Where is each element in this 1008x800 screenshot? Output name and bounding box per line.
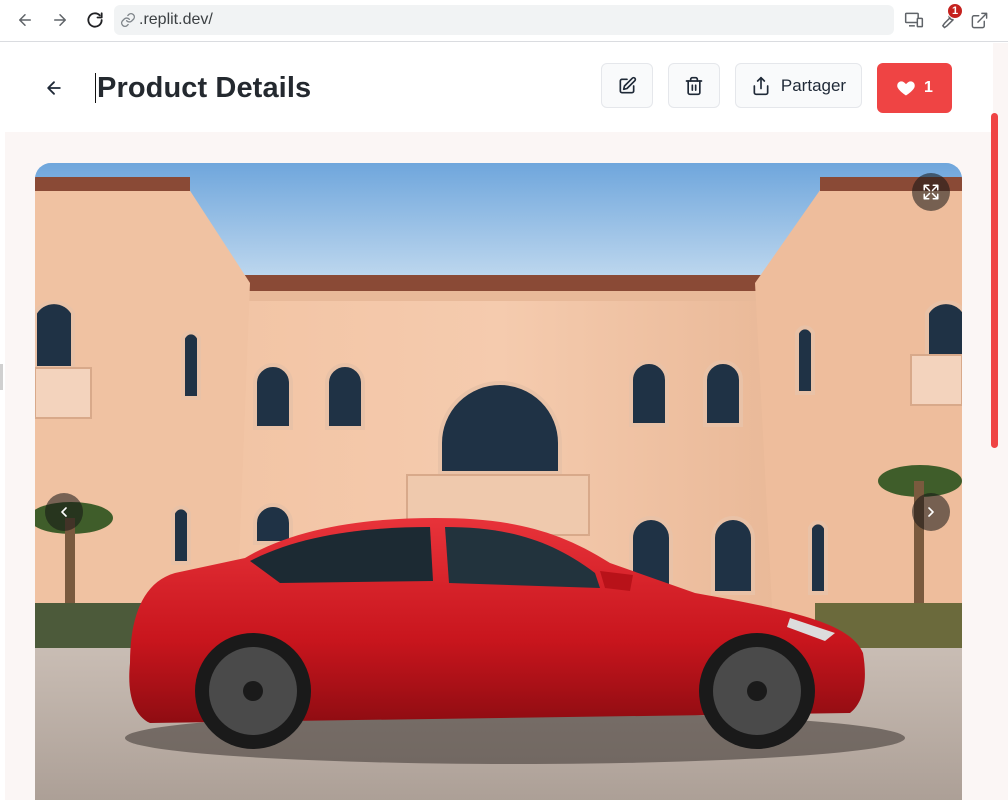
product-image-gallery <box>35 163 962 800</box>
browser-back-button[interactable] <box>11 6 39 34</box>
app-page: Product Details Partager 1 <box>5 43 1008 800</box>
address-bar[interactable]: .replit.dev/ <box>114 5 894 35</box>
reload-icon <box>87 12 103 28</box>
link-icon <box>120 12 136 28</box>
edit-button[interactable] <box>601 63 653 108</box>
arrow-left-icon <box>47 81 61 95</box>
browser-forward-button[interactable] <box>46 6 74 34</box>
share-icon <box>753 76 769 95</box>
previous-image-button[interactable] <box>45 493 83 531</box>
edit-icon <box>619 76 637 93</box>
page-header: Product Details Partager 1 <box>5 43 993 132</box>
chevron-right-icon <box>928 507 934 517</box>
open-in-new-tab-button[interactable] <box>965 6 993 34</box>
fullscreen-button[interactable] <box>912 173 950 211</box>
fullscreen-icon <box>923 184 939 200</box>
like-count: 1 <box>924 79 933 96</box>
next-image-button[interactable] <box>912 493 950 531</box>
text-caret <box>95 73 96 103</box>
back-button[interactable] <box>39 73 69 103</box>
extension-button[interactable]: 1 <box>933 3 963 34</box>
arrow-right-icon <box>54 14 66 26</box>
share-button[interactable]: Partager <box>735 63 862 108</box>
resize-handle[interactable] <box>0 364 3 390</box>
title-wrap: Product Details <box>95 69 311 107</box>
address-url: .replit.dev/ <box>139 11 213 28</box>
external-link-icon <box>971 12 987 28</box>
browser-toolbar: .replit.dev/ 1 <box>0 0 1008 42</box>
product-image <box>35 163 962 800</box>
extension-badge: 1 <box>947 3 963 19</box>
like-button[interactable]: 1 <box>877 63 952 113</box>
arrow-left-icon <box>19 14 31 26</box>
heart-icon <box>897 81 915 96</box>
devices-button[interactable] <box>900 6 928 34</box>
chevron-left-icon <box>61 507 67 517</box>
trash-icon <box>685 76 703 95</box>
share-label: Partager <box>780 75 847 95</box>
delete-button[interactable] <box>668 63 720 108</box>
devices-icon <box>904 12 924 28</box>
browser-reload-button[interactable] <box>81 6 109 34</box>
scrollbar-thumb[interactable] <box>991 113 998 448</box>
page-title: Product Details <box>97 71 312 104</box>
